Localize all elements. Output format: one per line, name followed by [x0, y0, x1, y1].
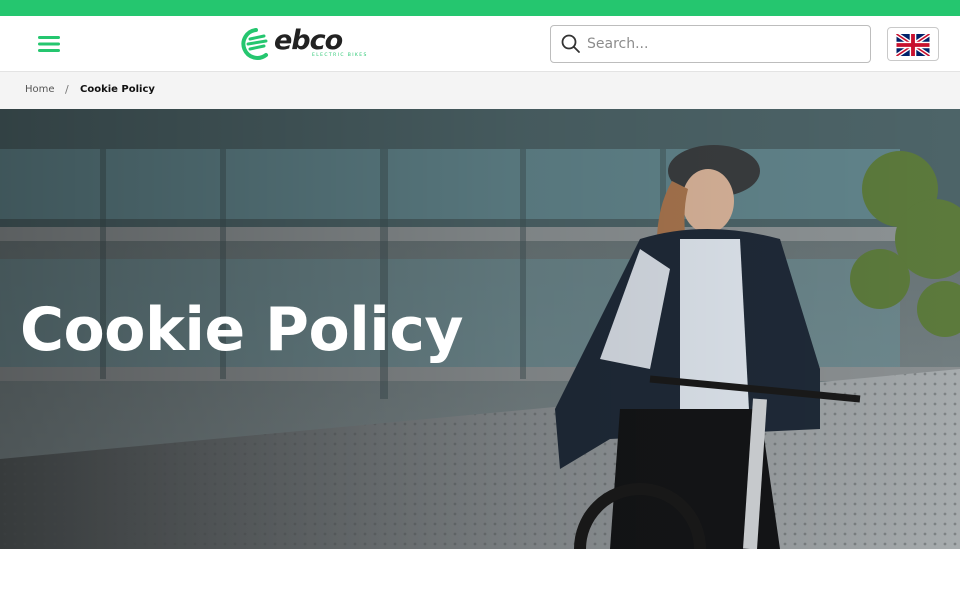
search-box: [550, 25, 871, 63]
logo-swoosh-icon: [241, 28, 268, 60]
page-title: Cookie Policy: [20, 295, 464, 365]
logo-tagline: ELECTRIC BIKES: [312, 53, 368, 58]
breadcrumb-separator: /: [65, 83, 69, 96]
top-accent-bar: [0, 0, 960, 16]
uk-flag-icon: [896, 34, 930, 56]
hero-banner: Cookie Policy: [0, 109, 960, 549]
breadcrumb-home-link[interactable]: Home: [25, 84, 55, 95]
language-selector[interactable]: [887, 27, 939, 61]
breadcrumb-current: Cookie Policy: [80, 84, 155, 95]
search-icon[interactable]: [560, 33, 582, 55]
hamburger-menu-icon: [38, 36, 60, 52]
search-input[interactable]: [587, 32, 857, 56]
site-header: ebco ELECTRIC BIKES: [0, 16, 960, 72]
logo-wordmark: ebco: [274, 25, 343, 56]
breadcrumb: Home / Cookie Policy: [0, 72, 960, 109]
menu-button[interactable]: [34, 31, 64, 57]
site-logo[interactable]: ebco ELECTRIC BIKES: [236, 25, 392, 63]
